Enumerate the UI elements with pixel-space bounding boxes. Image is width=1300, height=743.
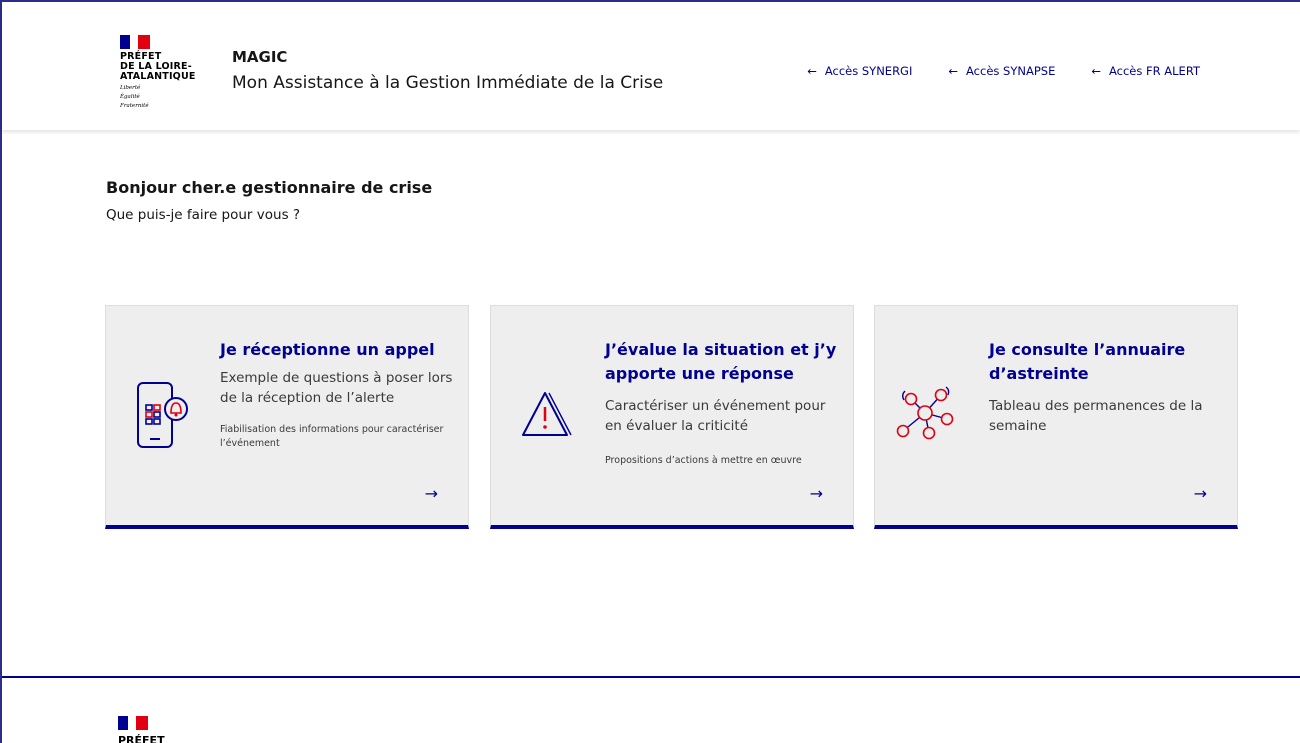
motto-line: Égalité (120, 94, 140, 100)
link-fr-alert[interactable]: ← Accès FR ALERT (1091, 64, 1200, 78)
card-on-call-directory[interactable]: Je consulte l’annuaire d’astreinte Table… (874, 305, 1238, 529)
site-name[interactable]: MAGIC (232, 48, 287, 66)
arrow-right-icon: → (1193, 484, 1207, 503)
card-title[interactable]: Je consulte l’annuaire d’astreinte (989, 338, 1225, 386)
arrow-left-icon: ← (948, 64, 959, 78)
logo-line: ATALANTIQUE (120, 71, 196, 82)
card-description: Exemple de questions à poser lors de la … (220, 370, 453, 406)
marianne-flag-icon (118, 716, 148, 730)
card-description: Tableau des permanences de la semaine (989, 398, 1203, 434)
card-title[interactable]: Je réceptionne un appel (220, 338, 456, 362)
arrow-right-icon: → (424, 484, 438, 503)
network-people-icon (889, 381, 961, 451)
phone-alert-icon (134, 381, 190, 451)
link-synergi[interactable]: ← Accès SYNERGI (807, 64, 912, 78)
header-tools: ← Accès SYNERGI ← Accès SYNAPSE ← Accès FR … (807, 64, 1200, 78)
link-label: Accès SYNAPSE (966, 64, 1056, 78)
warning-triangle-icon (519, 381, 575, 451)
arrow-left-icon: ← (807, 64, 817, 78)
card-receive-call[interactable]: Je réceptionne un appel Exemple de quest… (105, 305, 469, 529)
site-tagline: Mon Assistance à la Gestion Immédiate de… (232, 73, 664, 93)
marianne-flag-icon (120, 35, 150, 49)
arrow-left-icon: ← (1091, 64, 1101, 78)
page-subtitle: Que puis-je faire pour vous ? (106, 207, 301, 223)
prefecture-logo[interactable]: PRÉFET DE LA LOIRE- ATALANTIQUE Liberté … (120, 35, 210, 109)
page-title: Bonjour cher.e gestionnaire de crise (106, 178, 433, 197)
link-label: Accès SYNERGI (824, 64, 913, 78)
footer-logo-text: PRÉFET (118, 734, 165, 743)
motto-line: Fraternité (120, 103, 149, 109)
card-evaluate-situation[interactable]: J’évalue la situation et j’y apporte une… (490, 305, 854, 529)
site-header: PRÉFET DE LA LOIRE- ATALANTIQUE Liberté … (2, 2, 1300, 130)
link-synapse[interactable]: ← Accès SYNAPSE (948, 64, 1055, 78)
card-description: Caractériser un événement pour en évalue… (605, 398, 826, 434)
motto-line: Liberté (120, 85, 141, 91)
card-detail: Propositions d’actions à mettre en œuvre (605, 455, 802, 466)
site-footer: PRÉFET (2, 676, 1300, 743)
arrow-right-icon: → (809, 484, 823, 503)
link-label: Accès FR ALERT (1108, 64, 1200, 78)
card-title[interactable]: J’évalue la situation et j’y apporte une… (605, 338, 841, 386)
card-detail: Fiabilisation des informations pour cara… (220, 424, 444, 449)
